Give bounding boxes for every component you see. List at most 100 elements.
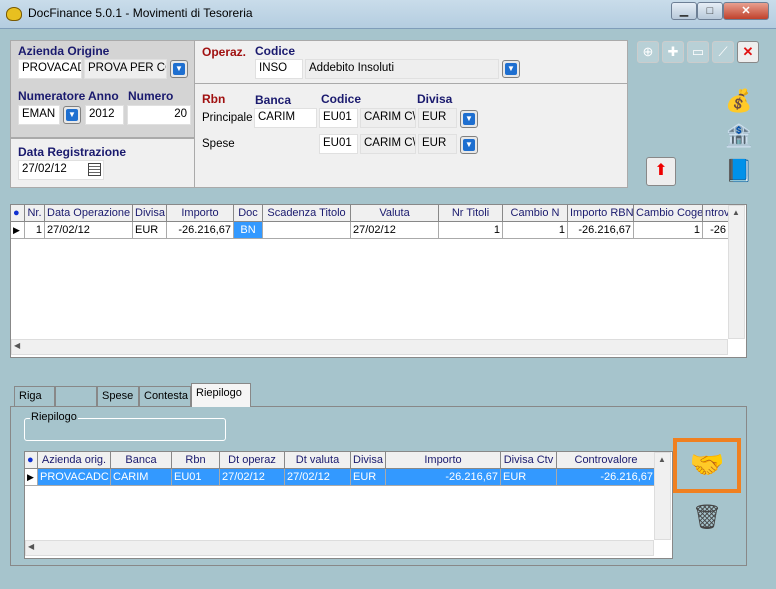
row-indicator: ▶ [25, 469, 38, 486]
money-numbering-icon[interactable]: 💰 [725, 88, 755, 118]
operaz-label: Operaz. [202, 45, 247, 59]
scroll-left-arrow[interactable]: ◀ [14, 341, 20, 350]
grid-cell[interactable]: -26.216,67 [557, 469, 656, 486]
azienda-desc-field: PROVA PER CO [84, 59, 167, 79]
up-arrow-button[interactable]: ⬆ [646, 157, 676, 186]
scroll-up-arrow[interactable]: ▲ [658, 455, 666, 464]
divisa-label: Divisa [417, 92, 453, 106]
spese-divisa-field: EUR [418, 134, 457, 154]
bank-icon[interactable]: 🏦 [725, 123, 755, 153]
column-header-0[interactable]: Nr. [25, 205, 45, 222]
dropdown-icon: ▼ [463, 113, 475, 125]
grid-cell[interactable]: 27/02/12 [351, 222, 439, 239]
column-header-4[interactable]: Dt valuta [285, 452, 351, 469]
grid-cell[interactable]: EUR [351, 469, 386, 486]
column-header-2[interactable]: Rbn [172, 452, 220, 469]
grid-cell[interactable]: EUR [133, 222, 167, 239]
spese-codice-field[interactable]: EU01 [319, 134, 358, 154]
numeratore-field[interactable]: EMAN [18, 105, 60, 125]
column-header-11[interactable]: ntrova [703, 205, 729, 222]
edit-icon[interactable]: ⟋ [712, 41, 734, 63]
codice-rbn-label: Codice [321, 92, 362, 106]
column-header-10[interactable]: Cambio Coge [634, 205, 703, 222]
column-header-1[interactable]: Banca [111, 452, 172, 469]
zoom-icon[interactable]: ⊕ [637, 41, 659, 63]
grid-cell[interactable] [263, 222, 351, 239]
azienda-label: Azienda Origine [18, 44, 110, 58]
grid-cell[interactable]: 27/02/12 [285, 469, 351, 486]
column-header-3[interactable]: Importo [167, 205, 234, 222]
grid-cell[interactable]: 1 [503, 222, 568, 239]
anno-field[interactable]: 2012 [85, 105, 124, 125]
principale-label: Principale [202, 112, 253, 124]
operaz-code-field[interactable]: INSO [255, 59, 303, 79]
grid-cell[interactable]: -26.216,67 [167, 222, 234, 239]
minimize-button[interactable]: ▁ [671, 2, 697, 20]
riepilogo-group-label: Riepilogo [30, 411, 78, 423]
grid-cell[interactable]: EUR [501, 469, 557, 486]
azienda-dropdown-button[interactable]: ▼ [170, 60, 188, 78]
tab-blank[interactable] [55, 386, 97, 406]
scroll-up-arrow[interactable]: ▲ [732, 208, 740, 217]
horizontal-scrollbar[interactable] [25, 540, 654, 556]
tab-riepilogo[interactable]: Riepilogo [191, 383, 251, 407]
add-icon[interactable]: ✚ [662, 41, 684, 63]
tab-riga[interactable]: Riga [14, 386, 55, 406]
column-header-2[interactable]: Divisa [133, 205, 167, 222]
maximize-button[interactable]: □ [697, 2, 723, 20]
grid-cell[interactable]: BN [234, 222, 263, 239]
column-header-6[interactable]: Valuta [351, 205, 439, 222]
row-indicator: ▶ [11, 222, 25, 239]
close-button[interactable]: ✕ [723, 2, 769, 20]
book-icon[interactable]: 📘 [725, 158, 755, 186]
grid-cell[interactable]: 1 [634, 222, 703, 239]
grid-cell[interactable]: PROVACADC [38, 469, 111, 486]
column-header-3[interactable]: Dt operaz [220, 452, 285, 469]
azienda-code-field[interactable]: PROVACAD [18, 59, 82, 79]
column-header-5[interactable]: Scadenza Titolo [263, 205, 351, 222]
grid-cell[interactable]: CARIM [111, 469, 172, 486]
principale-codice-field[interactable]: EU01 [319, 108, 358, 128]
tab-spese[interactable]: Spese [97, 386, 139, 406]
confirm-handshake-button[interactable]: 🤝 [673, 438, 741, 493]
column-header-4[interactable]: Doc [234, 205, 263, 222]
column-header-7[interactable]: Divisa Ctv [501, 452, 557, 469]
grid-cell[interactable]: 1 [25, 222, 45, 239]
column-header-8[interactable]: Controvalore [557, 452, 656, 469]
column-header-6[interactable]: Importo [386, 452, 501, 469]
scroll-left-arrow[interactable]: ◀ [28, 542, 34, 551]
grid-cell[interactable]: EU01 [172, 469, 220, 486]
operaz-dropdown-button[interactable]: ▼ [502, 60, 520, 78]
vertical-scrollbar[interactable] [728, 205, 745, 339]
calendar-icon[interactable] [88, 163, 101, 176]
banca-label: Banca [255, 93, 292, 107]
delete-icon[interactable]: ✕ [737, 41, 759, 63]
handshake-icon: 🤝 [689, 449, 725, 480]
minus-icon[interactable]: ▭ [687, 41, 709, 63]
grid-cell[interactable]: 27/02/12 [45, 222, 133, 239]
column-header-5[interactable]: Divisa [351, 452, 386, 469]
numero-field[interactable]: 20 [127, 105, 191, 125]
spese-dropdown-button[interactable]: ▼ [460, 136, 478, 154]
column-header-9[interactable]: Importo RBN [568, 205, 634, 222]
grid-cell[interactable]: 27/02/12 [220, 469, 285, 486]
tab-contesta[interactable]: Contesta [139, 386, 191, 406]
grid-cell[interactable]: -26.216,67 [568, 222, 634, 239]
principale-dropdown-button[interactable]: ▼ [460, 110, 478, 128]
column-header-7[interactable]: Nr Titoli [439, 205, 503, 222]
principale-banca-field[interactable]: CARIM [254, 108, 317, 128]
app-icon [6, 7, 22, 21]
column-header-8[interactable]: Cambio N [503, 205, 568, 222]
column-header-0[interactable]: Azienda orig. [38, 452, 111, 469]
codice-label: Codice [255, 44, 296, 58]
grid-cell[interactable]: -26 [703, 222, 729, 239]
trash-icon[interactable]: 🗑 [692, 503, 722, 535]
numeratore-dropdown-button[interactable]: ▼ [63, 106, 81, 124]
horizontal-scrollbar[interactable] [11, 339, 728, 355]
vertical-scrollbar[interactable] [654, 452, 671, 540]
numero-label: Numero [128, 89, 174, 103]
grid-cell[interactable]: -26.216,67 [386, 469, 501, 486]
spese-desc-field: CARIM C\C [360, 134, 416, 154]
grid-cell[interactable]: 1 [439, 222, 503, 239]
column-header-1[interactable]: Data Operazione [45, 205, 133, 222]
